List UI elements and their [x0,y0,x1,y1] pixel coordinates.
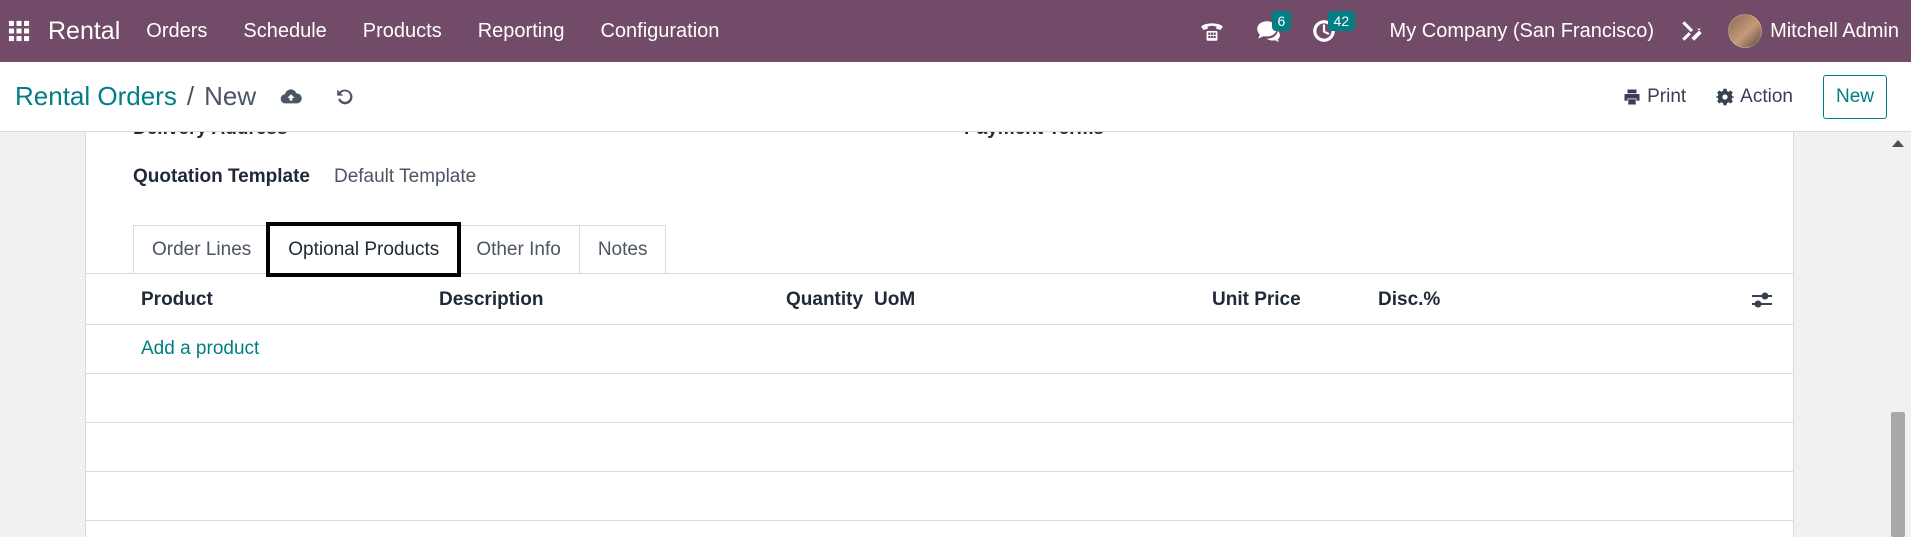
activities-badge: 42 [1327,11,1356,31]
column-uom[interactable]: UoM [874,289,915,311]
menu-products[interactable]: Products [363,20,442,43]
scroll-thumb[interactable] [1891,412,1905,537]
scroll-up-arrow-icon[interactable] [1892,140,1904,147]
new-button[interactable]: New [1822,75,1887,119]
print-label: Print [1647,86,1687,107]
messages-chat-icon[interactable]: 6 [1250,11,1292,51]
column-unit-price[interactable]: Unit Price [1212,289,1301,311]
tab-notes[interactable]: Notes [578,225,667,274]
messages-badge: 6 [1271,11,1292,31]
column-discount[interactable]: Disc.% [1378,289,1440,311]
print-button[interactable]: Print [1623,86,1686,108]
breadcrumb-rental-orders[interactable]: Rental Orders [15,81,177,112]
page-scrollbar[interactable] [1884,132,1911,537]
app-menu-grid-icon[interactable] [0,0,38,62]
tab-order-lines[interactable]: Order Lines [133,225,271,274]
column-quantity[interactable]: Quantity [786,289,863,311]
breadcrumb-separator: / [186,81,195,111]
company-switcher[interactable]: My Company (San Francisco) [1390,20,1655,43]
action-label: Action [1740,86,1793,107]
table-row [86,472,1793,521]
quotation-template-label: Quotation Template [133,166,310,187]
voip-phone-icon[interactable] [1194,11,1230,51]
table-row-add: Add a product [86,325,1793,374]
top-navbar: Rental Orders Schedule Products Reportin… [0,0,1911,62]
breadcrumb: Rental Orders / New [15,81,256,112]
notebook-tabs: Order Lines Optional Products Other Info… [133,222,667,277]
activities-clock-icon[interactable]: 42 [1306,11,1356,51]
menu-orders[interactable]: Orders [146,20,207,43]
breadcrumb-current: New [204,81,257,111]
action-button[interactable]: Action [1716,86,1793,108]
menu-reporting[interactable]: Reporting [478,20,565,43]
payment-terms-label: Payment Terms [964,132,1104,140]
menu-configuration[interactable]: Configuration [600,20,719,43]
optional-columns-sliders-icon[interactable] [1751,290,1773,310]
table-row [86,423,1793,472]
control-panel: Rental Orders / New Print Action New [0,62,1911,132]
add-product-link[interactable]: Add a product [141,338,259,360]
quotation-template-input[interactable]: Default Template [334,166,476,188]
form-sheet: Delivery Address Payment Terms Quotation… [85,132,1794,537]
menu-schedule[interactable]: Schedule [243,20,326,43]
user-menu[interactable]: Mitchell Admin [1770,20,1899,43]
tab-other-info[interactable]: Other Info [457,225,580,274]
delivery-address-label: Delivery Address [133,132,288,140]
table-row [86,374,1793,423]
quotation-template-field: Quotation Template Default Template [133,166,476,188]
column-description[interactable]: Description [439,289,544,311]
column-product[interactable]: Product [141,289,213,311]
debug-tools-icon[interactable] [1674,11,1710,51]
discard-undo-icon[interactable] [332,84,358,110]
user-avatar[interactable] [1728,14,1763,48]
app-title[interactable]: Rental [48,17,120,46]
table-header: Product Description Quantity UoM Unit Pr… [86,274,1793,325]
tab-optional-products[interactable]: Optional Products [266,222,462,277]
save-cloud-icon[interactable] [278,84,304,110]
